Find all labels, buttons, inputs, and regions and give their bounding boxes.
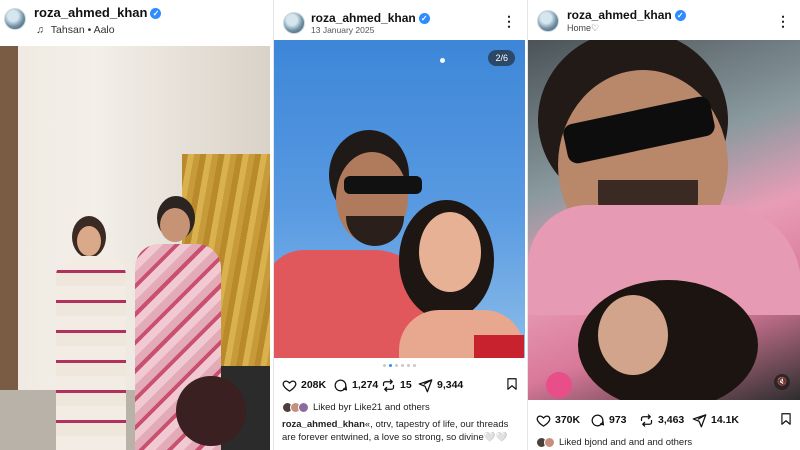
reel-post-panel-3: roza_ahmed_khan ✓ Home♡ ⋮ 🔇 370K 973 3,4… — [527, 0, 800, 450]
share-count: 14.1K — [711, 414, 740, 426]
liked-by-row[interactable]: Liked bjond and and and others — [536, 437, 692, 448]
avatar[interactable] — [4, 8, 26, 30]
reel-photo[interactable]: 🔇 — [528, 40, 800, 400]
username-text: roza_ahmed_khan — [567, 8, 672, 22]
repost-count: 3,463 — [658, 414, 685, 426]
carousel-dot[interactable] — [389, 364, 392, 367]
carousel-dot[interactable] — [413, 364, 416, 367]
moon — [440, 58, 445, 63]
username-link[interactable]: roza_ahmed_khan ✓ — [311, 11, 430, 25]
repost-button[interactable]: 3,463 — [639, 411, 684, 429]
handbag — [176, 376, 246, 446]
verified-badge-icon: ✓ — [674, 10, 686, 22]
more-options-icon[interactable]: ⋮ — [776, 14, 790, 28]
sunglasses — [344, 176, 422, 194]
comment-count: 973 — [609, 414, 627, 426]
username-link[interactable]: roza_ahmed_khan ✓ — [34, 5, 162, 20]
comment-button[interactable]: 973 — [590, 411, 627, 429]
post-subtitle: Home♡ — [567, 23, 600, 33]
comment-icon — [333, 378, 348, 393]
like-button[interactable]: 370K — [536, 411, 580, 429]
liked-by-text: Liked bjond and and and others — [559, 437, 693, 448]
carousel-dot[interactable] — [383, 364, 386, 367]
action-bar: 370K 973 3,463 14.1K — [528, 411, 800, 429]
liked-by-row[interactable]: Liked byr Like21 and others — [282, 402, 430, 413]
repost-button[interactable]: 15 — [381, 376, 412, 394]
liker-avatar — [298, 402, 309, 413]
post-header: roza_ahmed_khan ✓ ♫ Tahsan • Aalo — [0, 0, 270, 40]
username-text: roza_ahmed_khan — [311, 11, 416, 25]
share-count: 9,344 — [437, 379, 464, 391]
share-icon — [418, 378, 433, 393]
man-close-up — [528, 40, 800, 315]
action-bar: 208K 1,274 15 9,344 — [274, 376, 525, 394]
music-note-icon: ♫ — [36, 24, 44, 36]
carousel-dot[interactable] — [401, 364, 404, 367]
bookmark-icon[interactable] — [779, 411, 793, 427]
post-header: roza_ahmed_khan ✓ Home♡ ⋮ — [528, 0, 800, 40]
like-count: 370K — [555, 414, 581, 426]
media-counter: 2/6 — [488, 50, 515, 66]
repost-icon — [381, 378, 396, 393]
reel-photo[interactable] — [0, 46, 270, 450]
carousel-post-panel-2: roza_ahmed_khan ✓ 13 January 2025 ⋮ 2/6 2… — [273, 0, 525, 450]
username-text: roza_ahmed_khan — [34, 5, 148, 20]
avatar[interactable] — [537, 10, 559, 32]
verified-badge-icon: ✓ — [418, 13, 430, 25]
reel-post-panel-1: roza_ahmed_khan ✓ ♫ Tahsan • Aalo — [0, 0, 270, 450]
share-button[interactable]: 14.1K — [692, 411, 739, 429]
audio-track-label: Tahsan • Aalo — [50, 24, 115, 36]
post-caption: roza_ahmed_khan«, otrv, tapestry of life… — [282, 418, 517, 444]
post-date: 13 January 2025 — [311, 25, 375, 35]
share-icon — [692, 413, 707, 428]
liked-by-text: Liked byr Like21 and others — [313, 402, 430, 413]
like-count: 208K — [301, 379, 327, 391]
more-options-icon[interactable]: ⋮ — [502, 14, 516, 28]
share-button[interactable]: 9,344 — [418, 376, 463, 394]
woman — [399, 200, 525, 358]
carousel-photo[interactable]: 2/6 — [274, 40, 525, 358]
post-header: roza_ahmed_khan ✓ 13 January 2025 ⋮ — [274, 0, 525, 40]
avatar[interactable] — [283, 12, 305, 34]
heart-icon — [282, 378, 297, 393]
comment-count: 1,274 — [352, 379, 379, 391]
comment-icon — [590, 413, 605, 428]
verified-badge-icon: ✓ — [150, 8, 162, 20]
liker-avatar — [544, 437, 555, 448]
caption-username[interactable]: roza_ahmed_khan — [282, 419, 365, 430]
carousel-indicator — [274, 364, 525, 367]
like-button[interactable]: 208K — [282, 376, 326, 394]
audio-info[interactable]: ♫ Tahsan • Aalo — [36, 24, 115, 36]
pink-flower — [546, 372, 572, 398]
woman-lying — [568, 270, 768, 400]
repost-count: 15 — [400, 379, 412, 391]
mute-icon[interactable]: 🔇 — [774, 374, 790, 390]
comment-button[interactable]: 1,274 — [333, 376, 378, 394]
carousel-dot[interactable] — [395, 364, 398, 367]
carousel-dot[interactable] — [407, 364, 410, 367]
bookmark-icon[interactable] — [505, 376, 519, 392]
heart-icon — [536, 413, 551, 428]
woman-in-saree — [52, 216, 132, 450]
repost-icon — [639, 413, 654, 428]
username-link[interactable]: roza_ahmed_khan ✓ — [567, 8, 686, 22]
